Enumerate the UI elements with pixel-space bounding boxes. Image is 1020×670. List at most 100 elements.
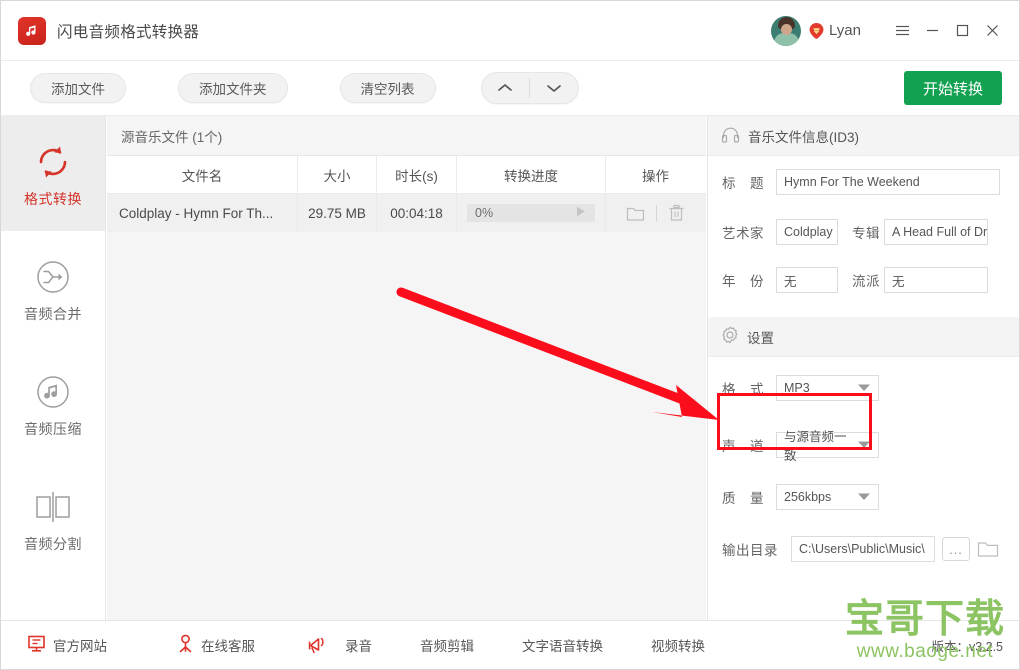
sidebar: 格式转换 音频合并 音频压缩 音频分割 bbox=[1, 116, 106, 621]
sidebar-item-label: 音频压缩 bbox=[24, 420, 82, 437]
format-label: 格 式 bbox=[722, 382, 764, 397]
official-website-label: 官方网站 bbox=[53, 639, 107, 654]
action-divider bbox=[656, 204, 657, 222]
id3-year-label: 年 份 bbox=[722, 274, 764, 289]
format-value: MP3 bbox=[784, 381, 810, 395]
id3-album-field[interactable]: A Head Full of Dreams bbox=[884, 219, 988, 245]
convert-arrows-icon bbox=[32, 139, 74, 185]
music-note-icon bbox=[18, 16, 46, 45]
id3-title-label: 标 题 bbox=[722, 176, 764, 191]
id3-genre-label: 流派 bbox=[852, 274, 880, 289]
id3-title-row: 标 题 Hymn For The Weekend bbox=[708, 156, 1019, 208]
audio-edit-link[interactable]: 音频剪辑 bbox=[420, 635, 474, 655]
caret-down-icon bbox=[857, 383, 871, 394]
chevron-up-icon[interactable] bbox=[482, 73, 530, 103]
output-dir-field[interactable]: C:\Users\Public\Music\ bbox=[791, 536, 935, 562]
toolbar: 添加文件 添加文件夹 清空列表 开始转换 bbox=[1, 61, 1019, 116]
cell-actions bbox=[605, 194, 705, 232]
move-item-group bbox=[480, 72, 579, 104]
file-list-columns: 文件名 大小 时长(s) 转换进度 操作 bbox=[107, 156, 706, 194]
sidebar-item-audio-merge[interactable]: 音频合并 bbox=[1, 231, 105, 346]
online-support-link[interactable]: 在线客服 bbox=[177, 634, 255, 656]
add-file-button[interactable]: 添加文件 bbox=[30, 73, 126, 103]
format-row: 格 式 MP3 bbox=[708, 357, 1019, 419]
sidebar-item-audio-split[interactable]: 音频分割 bbox=[1, 461, 105, 576]
sidebar-item-format-convert[interactable]: 格式转换 bbox=[1, 116, 105, 231]
hamburger-menu-icon[interactable] bbox=[887, 16, 917, 46]
id3-album-label: 专辑 bbox=[852, 226, 880, 241]
play-icon[interactable] bbox=[574, 205, 587, 221]
video-convert-link[interactable]: 视频转换 bbox=[651, 635, 705, 655]
id3-panel-header: 音乐文件信息(ID3) bbox=[708, 116, 1019, 156]
right-panel: 音乐文件信息(ID3) 标 题 Hymn For The Weekend 艺术家… bbox=[707, 116, 1019, 621]
folder-icon[interactable] bbox=[626, 205, 645, 222]
id3-artist-album-row: 艺术家 Coldplay 专辑 A Head Full of Dreams bbox=[708, 208, 1019, 256]
quality-row: 质 量 256kbps bbox=[708, 471, 1019, 523]
sidebar-item-label: 音频合并 bbox=[24, 305, 82, 322]
quality-label: 质 量 bbox=[722, 491, 764, 506]
add-folder-button[interactable]: 添加文件夹 bbox=[178, 73, 288, 103]
caret-down-icon bbox=[857, 440, 871, 451]
clear-list-button[interactable]: 清空列表 bbox=[339, 73, 436, 103]
output-dir-label: 输出目录 bbox=[722, 543, 778, 558]
quality-select[interactable]: 256kbps bbox=[776, 484, 879, 510]
quality-value: 256kbps bbox=[784, 490, 832, 504]
id3-year-genre-row: 年 份 无 流派 无 bbox=[708, 256, 1019, 304]
column-header-duration: 时长(s) bbox=[376, 156, 456, 193]
id3-artist-label: 艺术家 bbox=[722, 226, 764, 241]
app-window: 闪电音频格式转换器 Lyan 添加文件 添加文件夹 清空列表 开始转换 格式转换… bbox=[0, 0, 1020, 670]
status-bar: 官方网站 在线客服 录音 音频剪辑 文字语音转换 视频转换 版本：v3.2.5 bbox=[1, 620, 1019, 669]
file-list-panel: 源音乐文件 (1个) 文件名 大小 时长(s) 转换进度 操作 Coldplay… bbox=[107, 116, 706, 621]
online-support-label: 在线客服 bbox=[201, 639, 255, 654]
id3-artist-field[interactable]: Coldplay bbox=[776, 219, 838, 245]
progress-value: 0% bbox=[475, 206, 494, 220]
merge-arrows-icon bbox=[34, 254, 72, 300]
folder-open-icon[interactable] bbox=[977, 539, 1000, 559]
minimize-icon[interactable] bbox=[917, 16, 947, 46]
channel-value: 与源音频一致 bbox=[784, 430, 847, 463]
browse-button[interactable]: ... bbox=[942, 537, 970, 561]
sidebar-item-label: 音频分割 bbox=[24, 535, 82, 552]
official-website-link[interactable]: 官方网站 bbox=[27, 634, 107, 656]
channel-label: 声 道 bbox=[722, 439, 764, 454]
column-header-size: 大小 bbox=[297, 156, 376, 193]
settings-panel-title: 设置 bbox=[747, 330, 774, 346]
avatar[interactable] bbox=[771, 15, 802, 46]
megaphone-icon bbox=[307, 634, 328, 657]
sidebar-item-audio-compress[interactable]: 音频压缩 bbox=[1, 346, 105, 461]
gear-icon bbox=[721, 326, 739, 347]
split-squares-icon bbox=[31, 484, 75, 530]
cell-filename: Coldplay - Hymn For Th... bbox=[119, 205, 274, 221]
titlebar-right-group: Lyan bbox=[771, 1, 1019, 60]
id3-genre-field[interactable]: 无 bbox=[884, 267, 988, 293]
sidebar-item-label: 格式转换 bbox=[24, 190, 82, 207]
id3-panel-title: 音乐文件信息(ID3) bbox=[748, 129, 859, 145]
id3-year-field[interactable]: 无 bbox=[776, 267, 838, 293]
channel-select[interactable]: 与源音频一致 bbox=[776, 430, 879, 463]
record-link[interactable]: 录音 bbox=[307, 634, 372, 657]
column-header-filename: 文件名 bbox=[181, 168, 223, 184]
chevron-down-icon[interactable] bbox=[530, 73, 578, 103]
headphones-icon bbox=[721, 126, 740, 146]
person-icon bbox=[177, 634, 194, 656]
channel-row: 声 道 与源音频一致 bbox=[708, 419, 1019, 471]
table-row[interactable]: Coldplay - Hymn For Th... 29.75 MB 00:04… bbox=[107, 194, 706, 232]
column-header-progress: 转换进度 bbox=[456, 156, 605, 193]
user-name[interactable]: Lyan bbox=[829, 22, 861, 39]
format-select[interactable]: MP3 bbox=[776, 375, 879, 401]
progress-bar: 0% bbox=[467, 204, 595, 222]
title-bar: 闪电音频格式转换器 Lyan bbox=[1, 1, 1019, 61]
start-convert-button[interactable]: 开始转换 bbox=[903, 71, 1002, 105]
cell-duration: 00:04:18 bbox=[376, 194, 456, 232]
output-dir-row: 输出目录 C:\Users\Public\Music\ ... bbox=[708, 523, 1019, 575]
tts-link[interactable]: 文字语音转换 bbox=[522, 635, 603, 655]
monitor-icon bbox=[27, 634, 46, 656]
settings-panel-header: 设置 bbox=[708, 317, 1019, 357]
cell-progress: 0% bbox=[456, 194, 605, 232]
id3-title-field[interactable]: Hymn For The Weekend bbox=[776, 169, 1000, 195]
trash-icon[interactable] bbox=[668, 204, 685, 222]
maximize-icon[interactable] bbox=[947, 16, 977, 46]
vip-badge-icon bbox=[809, 22, 824, 39]
music-note-circle-icon bbox=[34, 369, 72, 415]
close-icon[interactable] bbox=[977, 16, 1007, 46]
